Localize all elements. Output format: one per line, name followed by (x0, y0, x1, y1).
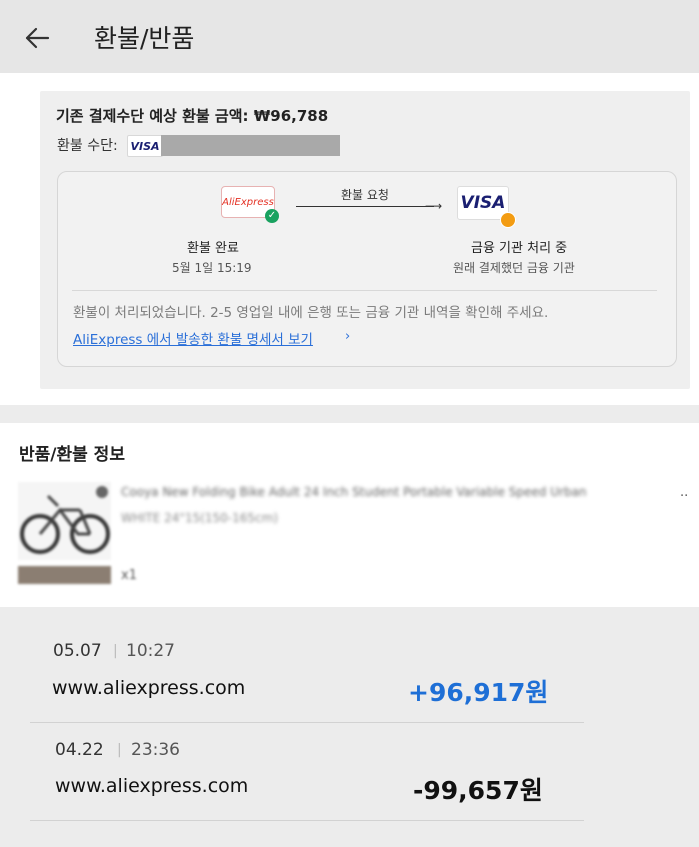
transaction-time: 23:36 (131, 740, 180, 760)
transaction-merchant[interactable]: www.aliexpress.com (52, 677, 245, 699)
separator: | (117, 742, 122, 758)
product-name-ellipsis: .. (680, 485, 689, 500)
chevron-right-icon[interactable]: › (345, 329, 350, 344)
step-bank-subtitle: 원래 결제했던 금융 기관 (453, 261, 575, 275)
return-info-title: 반품/환불 정보 (19, 445, 125, 465)
product-name[interactable]: Cooya New Folding Bike Adult 24 Inch Stu… (121, 485, 587, 499)
pending-clock-icon (500, 212, 516, 228)
page-title: 환불/반품 (94, 24, 195, 53)
check-icon: ✓ (265, 209, 279, 223)
step-bank-processing: 금융 기관 처리 중 (471, 241, 568, 256)
back-arrow-icon[interactable] (24, 25, 50, 51)
app-header: 환불/반품 (0, 0, 699, 73)
transaction-amount: +96,917원 (408, 678, 549, 707)
visa-card-icon: VISA (127, 135, 163, 157)
refund-amount: 기존 결제수단 예상 환불 금액: ₩96,788 (56, 107, 329, 125)
step-refund-date: 5월 1일 15:19 (172, 261, 252, 275)
progress-line (296, 206, 434, 207)
transaction-date: 04.22 (55, 740, 104, 760)
transaction-date: 05.07 (53, 641, 102, 661)
masked-card-number (161, 135, 340, 156)
divider (30, 722, 584, 723)
separator: | (113, 643, 118, 659)
product-thumbnail[interactable] (18, 482, 111, 560)
arrow-right-icon: ⟶ (425, 199, 443, 213)
refund-method-label: 환불 수단: (57, 138, 118, 154)
product-option: WHITE 24"15(150-165cm) (121, 511, 279, 525)
section-gap (0, 405, 699, 423)
transaction-amount: -99,657원 (413, 776, 543, 805)
divider (30, 820, 584, 821)
refund-request-label: 환불 요청 (341, 188, 389, 202)
divider (72, 290, 657, 291)
refund-receipt-link[interactable]: AliExpress 에서 발송한 환불 명세서 보기 (73, 328, 313, 348)
product-quantity: x1 (121, 568, 137, 583)
transaction-list (0, 607, 699, 847)
refund-notice: 환불이 처리되었습니다. 2-5 영업일 내에 은행 또는 금융 기관 내역을 … (73, 305, 549, 321)
step-refund-complete: 환불 완료 (187, 241, 239, 256)
product-thumbnail-strip (18, 566, 111, 584)
transaction-time: 10:27 (126, 641, 175, 661)
transaction-merchant[interactable]: www.aliexpress.com (55, 775, 248, 797)
